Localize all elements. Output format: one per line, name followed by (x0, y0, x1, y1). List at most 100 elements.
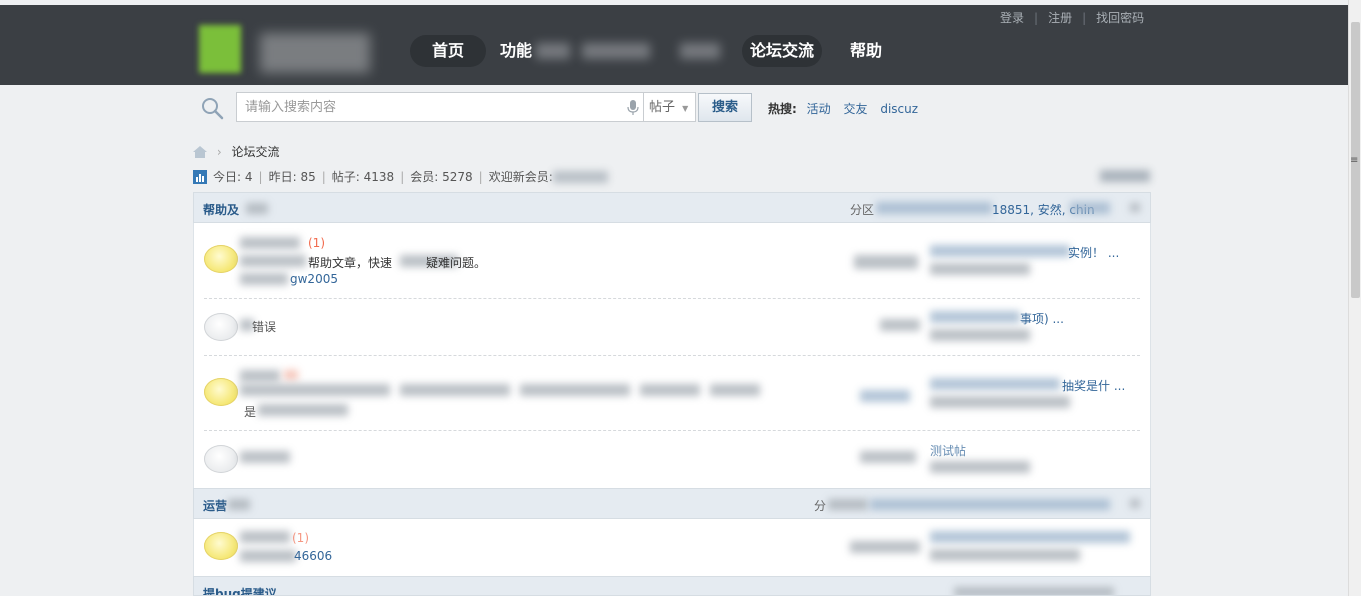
site-logo[interactable] (199, 25, 241, 73)
last-post-blurred[interactable] (930, 531, 1130, 543)
yesterday-count: 85 (300, 170, 316, 184)
last-post-blurred[interactable] (930, 378, 1060, 390)
forum-desc-blurred-3 (520, 384, 630, 396)
page-scrollbar[interactable] (1348, 0, 1361, 596)
home-icon[interactable] (193, 146, 207, 158)
forum-name-blurred[interactable] (240, 237, 300, 249)
forum-row: 测试帖 (193, 431, 1151, 488)
forgot-password-link[interactable]: 找回密码 (1096, 11, 1144, 25)
category-header: 提bug提建议 (193, 576, 1151, 596)
last-post-blurred[interactable] (930, 245, 1070, 257)
search-input[interactable]: 请输入搜索内容 (236, 92, 644, 122)
forum-description-2: 疑难问题。 (426, 256, 487, 270)
category-title-blurred (246, 203, 268, 214)
forum-new-icon (204, 532, 238, 560)
forum-name[interactable]: 错误 (252, 318, 276, 335)
forum-desc-blurred-6 (258, 404, 348, 416)
today-label: 今日: (213, 170, 242, 184)
forum-counts-blurred (880, 319, 920, 331)
nav-features[interactable]: 功能 (494, 35, 538, 67)
search-type-value: 帖子 (649, 100, 676, 115)
moderators-blurred (954, 587, 1114, 595)
breadcrumb-current[interactable]: 论坛交流 (231, 145, 279, 159)
nav-home[interactable]: 首页 (410, 35, 486, 67)
forum-name-blurred[interactable] (240, 370, 280, 382)
forum-new-icon (204, 245, 238, 273)
hot-search-link[interactable]: discuz (880, 102, 918, 116)
forum-moderator[interactable]: gw2005 (290, 272, 338, 286)
hot-search-link[interactable]: 交友 (843, 102, 867, 116)
forum-name-blurred[interactable] (240, 531, 290, 543)
last-post-meta-blurred (930, 263, 1030, 275)
category-moderators: 分区 (850, 201, 874, 218)
account-links: 登录 | 注册 | 找回密码 (1000, 9, 1144, 26)
nav-blurred-3 (680, 43, 720, 59)
site-name-blurred (260, 33, 370, 73)
stats-right-blurred[interactable] (1100, 170, 1150, 182)
forum-icon (204, 313, 238, 341)
today-badge-blurred (284, 370, 298, 380)
forum-row: (1) 帮助文章，快速 疑难问题。 gw2005 实例！ ... (193, 223, 1151, 299)
top-navigation-bar: 首页 功能 论坛交流 帮助 登录 | 注册 | 找回密码 (0, 5, 1348, 85)
nav-blurred-2 (582, 43, 650, 59)
category-title[interactable]: 帮助及 (203, 201, 239, 218)
forum-moderator[interactable]: 46606 (294, 549, 332, 563)
last-post-meta-blurred (930, 461, 1030, 473)
members-count: 5278 (442, 170, 473, 184)
last-post-meta-blurred (930, 329, 1030, 341)
forum-counts-blurred (860, 451, 916, 463)
moderators-label: 分区 (850, 203, 875, 217)
forum-description: 帮助文章，快速 (308, 256, 393, 270)
today-count: 4 (244, 170, 253, 184)
register-link[interactable]: 注册 (1048, 11, 1072, 25)
today-badge: (1) (308, 236, 325, 250)
members-label: 会员: (410, 170, 439, 184)
hot-search-link[interactable]: 活动 (807, 102, 831, 116)
category-title[interactable]: 运营 (203, 497, 227, 514)
collapse-icon[interactable] (1130, 499, 1140, 508)
last-post-title[interactable]: 事项) ... (1020, 310, 1064, 327)
nav-blurred-1 (536, 43, 570, 59)
last-post-meta-blurred (930, 549, 1080, 561)
moderator-blurred (240, 273, 288, 285)
forum-desc-blurred-5 (710, 384, 760, 396)
category-title-blurred (228, 499, 250, 510)
collapse-icon[interactable] (1130, 203, 1140, 212)
moderators-blurred-2 (1070, 202, 1110, 214)
forum-counts-blurred (850, 541, 920, 553)
separator: | (1082, 11, 1087, 25)
search-button[interactable]: 搜索 (698, 93, 752, 122)
last-post-title[interactable]: 抽奖是什 ... (1062, 377, 1125, 394)
nav-forum[interactable]: 论坛交流 (742, 35, 822, 67)
category-header: 帮助及 分区 18851, 安然, chin (193, 192, 1151, 223)
forum-row: 是 抽奖是什 ... (193, 356, 1151, 431)
hot-searches: 热搜: 活动 交友 discuz (768, 100, 927, 117)
forum-counts-blurred (860, 390, 910, 402)
forum-desc-blurred-2 (400, 384, 510, 396)
forum-row: (1) 46606 (193, 519, 1151, 576)
forum-desc-blurred-4 (640, 384, 700, 396)
breadcrumb-arrow: › (216, 145, 222, 159)
last-post-title[interactable]: 测试帖 (930, 442, 966, 459)
forum-desc-blurred (240, 255, 306, 267)
moderators-blurred (876, 202, 992, 214)
search-icon[interactable] (200, 96, 224, 120)
last-post-blurred[interactable] (930, 311, 1020, 323)
moderator-blurred (240, 550, 296, 562)
login-link[interactable]: 登录 (1000, 11, 1024, 25)
today-badge: (1) (292, 531, 309, 545)
new-member-blurred[interactable] (552, 171, 608, 183)
breadcrumb: › 论坛交流 (193, 143, 279, 160)
category-moderators: 分 (814, 499, 827, 513)
category-title[interactable]: 提bug提建议 (203, 585, 277, 595)
forum-name-blurred[interactable] (240, 451, 290, 463)
forum-row: 错误 事项) ... (193, 299, 1151, 356)
last-post-title[interactable]: 实例！ ... (1068, 244, 1119, 261)
category-header: 运营 分 (193, 488, 1151, 519)
moderators-blurred-2 (870, 499, 1110, 510)
last-post-meta-blurred (930, 396, 1070, 408)
microphone-icon[interactable] (627, 100, 639, 116)
search-type-select[interactable]: 帖子 ▼ (644, 92, 696, 122)
nav-help[interactable]: 帮助 (844, 35, 888, 67)
separator: | (1034, 11, 1039, 25)
